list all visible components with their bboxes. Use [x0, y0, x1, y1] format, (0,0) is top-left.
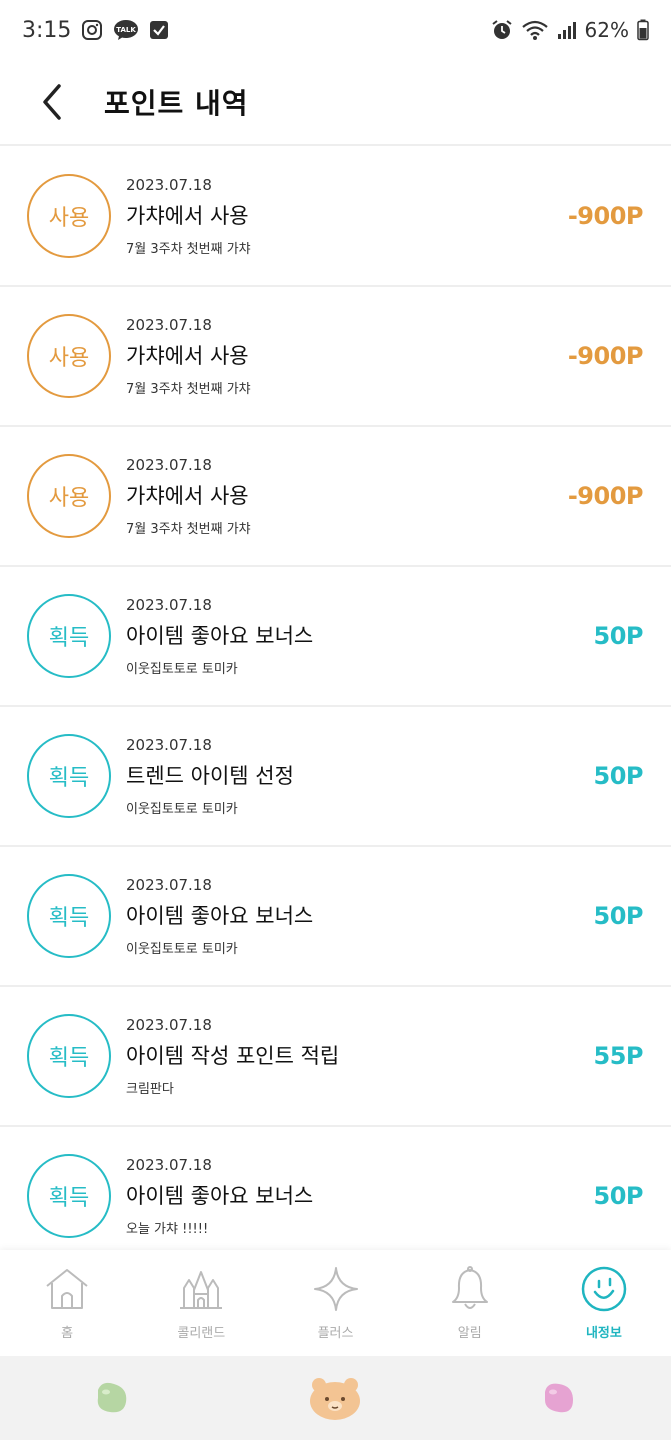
row-title: 아이템 작성 포인트 적립 — [126, 1043, 340, 1068]
row-text: 2023.07.18 가챠에서 사용 7월 3주차 첫번째 가챠 — [126, 316, 251, 397]
tab-plus[interactable]: 플러스 — [268, 1250, 402, 1356]
type-badge: 획득 — [27, 594, 111, 678]
page-title: 포인트 내역 — [104, 87, 249, 120]
bottom-tab-bar: 홈 콜리랜드 플러스 알림 내정보 — [0, 1250, 671, 1356]
row-subtitle: 오늘 가챠 !!!!! — [126, 1221, 209, 1237]
back-button[interactable] — [22, 72, 82, 132]
tab-home[interactable]: 홈 — [0, 1250, 134, 1356]
bottom-navigation-strip — [0, 1356, 671, 1440]
list-item[interactable]: 획득 2023.07.18 트렌드 아이템 선정 이웃집토토로 토미카 50P — [0, 707, 671, 847]
type-badge: 획득 — [27, 734, 111, 818]
row-date: 2023.07.18 — [126, 595, 212, 614]
type-badge: 사용 — [27, 454, 111, 538]
list-item[interactable]: 사용 2023.07.18 가챠에서 사용 7월 3주차 첫번째 가챠 -900… — [0, 287, 671, 427]
row-amount: 50P — [593, 902, 644, 930]
row-title: 아이템 좋아요 보너스 — [126, 903, 314, 928]
row-date: 2023.07.18 — [126, 875, 212, 894]
tab-label: 알림 — [457, 1326, 482, 1341]
row-date: 2023.07.18 — [126, 1155, 212, 1174]
points-history-list[interactable]: 사용 2023.07.18 가챠에서 사용 7월 3주차 첫번째 가챠 -900… — [0, 147, 671, 1250]
row-text: 2023.07.18 아이템 좋아요 보너스 오늘 가챠 !!!!! — [126, 1156, 313, 1237]
row-text: 2023.07.18 아이템 작성 포인트 적립 크림판다 — [126, 1016, 339, 1097]
signal-icon — [557, 20, 577, 40]
list-item[interactable]: 획득 2023.07.18 아이템 작성 포인트 적립 크림판다 55P — [0, 987, 671, 1127]
type-badge: 사용 — [27, 174, 111, 258]
bell-icon — [445, 1264, 495, 1314]
row-amount: 50P — [593, 622, 644, 650]
battery-icon — [637, 19, 649, 41]
row-title: 가챠에서 사용 — [126, 483, 249, 508]
row-subtitle: 이웃집토토로 토미카 — [126, 661, 238, 677]
row-title: 트렌드 아이템 선정 — [126, 763, 294, 788]
row-title: 가챠에서 사용 — [126, 203, 249, 228]
row-title: 아이템 좋아요 보너스 — [126, 623, 314, 648]
row-text: 2023.07.18 트렌드 아이템 선정 이웃집토토로 토미카 — [126, 736, 294, 817]
row-subtitle: 7월 3주차 첫번째 가챠 — [126, 381, 251, 397]
row-amount: 50P — [593, 762, 644, 790]
row-subtitle: 7월 3주차 첫번째 가챠 — [126, 521, 251, 537]
row-text: 2023.07.18 아이템 좋아요 보너스 이웃집토토로 토미카 — [126, 596, 313, 677]
row-date: 2023.07.18 — [126, 315, 212, 334]
smile-icon — [579, 1264, 629, 1314]
row-text: 2023.07.18 아이템 좋아요 보너스 이웃집토토로 토미카 — [126, 876, 313, 957]
status-right: 62% — [491, 18, 649, 42]
kakaotalk-icon: TALK — [113, 19, 139, 41]
castle-icon — [176, 1264, 226, 1314]
list-item[interactable]: 획득 2023.07.18 아이템 좋아요 보너스 이웃집토토로 토미카 50P — [0, 567, 671, 707]
bear-face-icon[interactable] — [305, 1368, 365, 1428]
row-subtitle: 7월 3주차 첫번째 가챠 — [126, 241, 251, 257]
tab-label: 콜리랜드 — [177, 1326, 226, 1341]
chevron-left-icon — [43, 84, 61, 120]
tab-notifications[interactable]: 알림 — [403, 1250, 537, 1356]
row-date: 2023.07.18 — [126, 1015, 212, 1034]
row-date: 2023.07.18 — [126, 455, 212, 474]
svg-text:TALK: TALK — [117, 26, 137, 34]
battery-percent: 62% — [584, 18, 629, 42]
header: 포인트 내역 — [0, 60, 671, 146]
list-item[interactable]: 사용 2023.07.18 가챠에서 사용 7월 3주차 첫번째 가챠 -900… — [0, 427, 671, 567]
wifi-icon — [521, 19, 549, 41]
list-item[interactable]: 사용 2023.07.18 가챠에서 사용 7월 3주차 첫번째 가챠 -900… — [0, 147, 671, 287]
row-subtitle: 이웃집토토로 토미카 — [126, 941, 238, 957]
status-time: 3:15 — [22, 17, 72, 43]
row-amount: -900P — [567, 202, 644, 230]
tab-my-info[interactable]: 내정보 — [537, 1250, 671, 1356]
alarm-icon — [491, 19, 513, 41]
type-badge: 획득 — [27, 1154, 111, 1238]
row-date: 2023.07.18 — [126, 735, 212, 754]
green-jellybean-icon[interactable] — [82, 1368, 142, 1428]
row-subtitle: 크림판다 — [126, 1081, 174, 1097]
pink-jellybean-icon[interactable] — [529, 1368, 589, 1428]
row-title: 가챠에서 사용 — [126, 343, 249, 368]
type-badge: 획득 — [27, 874, 111, 958]
row-amount: 50P — [593, 1182, 644, 1210]
house-icon — [42, 1264, 92, 1314]
list-item[interactable]: 획득 2023.07.18 아이템 좋아요 보너스 이웃집토토로 토미카 50P — [0, 847, 671, 987]
row-amount: -900P — [567, 342, 644, 370]
row-text: 2023.07.18 가챠에서 사용 7월 3주차 첫번째 가챠 — [126, 456, 251, 537]
list-item[interactable]: 획득 2023.07.18 아이템 좋아요 보너스 오늘 가챠 !!!!! 50… — [0, 1127, 671, 1250]
status-bar: 3:15 TALK 62% — [0, 0, 671, 60]
checkbox-icon — [149, 20, 169, 40]
sparkle-icon — [311, 1264, 361, 1314]
row-title: 아이템 좋아요 보너스 — [126, 1183, 314, 1208]
row-subtitle: 이웃집토토로 토미카 — [126, 801, 238, 817]
tab-label: 내정보 — [585, 1326, 622, 1341]
type-badge: 획득 — [27, 1014, 111, 1098]
row-amount: 55P — [593, 1042, 644, 1070]
tab-label: 홈 — [61, 1326, 74, 1341]
row-text: 2023.07.18 가챠에서 사용 7월 3주차 첫번째 가챠 — [126, 176, 251, 257]
row-amount: -900P — [567, 482, 644, 510]
tab-label: 플러스 — [317, 1326, 354, 1341]
instagram-icon — [81, 19, 103, 41]
type-badge: 사용 — [27, 314, 111, 398]
tab-collyland[interactable]: 콜리랜드 — [134, 1250, 268, 1356]
status-left: 3:15 TALK — [22, 18, 169, 43]
row-date: 2023.07.18 — [126, 175, 212, 194]
